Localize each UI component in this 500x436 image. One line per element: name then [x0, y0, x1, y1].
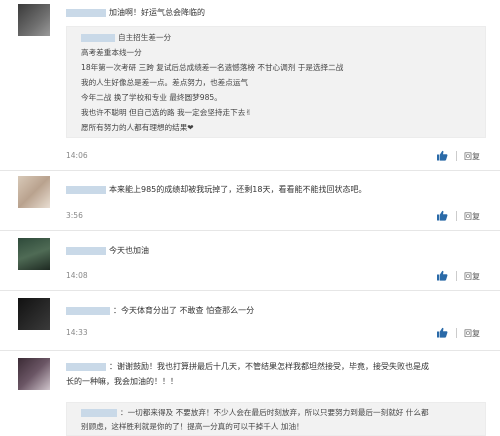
- comment-item: ：今天体育分出了 不敢查 怕查那么一分 14:33 回复: [0, 290, 500, 350]
- comment-time: 14:08: [66, 271, 88, 280]
- thumbs-up-icon[interactable]: [436, 150, 448, 161]
- quote-line: 我也许不聪明 但自己选的路 我一定会坚持走下去✌: [81, 108, 252, 117]
- quote-line: 18年第一次考研 三跨 复试后总成绩差一名遗憾落榜 不甘心调剂 于是选择二战: [81, 63, 344, 72]
- avatar[interactable]: [18, 298, 50, 330]
- reply-button[interactable]: 回复: [464, 328, 480, 339]
- comment-text-line: ：谢谢鼓励！我也打算拼最后十几天，不管结果怎样我都坦然接受，毕竟，接受失败也是成: [66, 360, 429, 373]
- comment-text: 本来能上985的成绩却被我玩掉了，还剩18天，看看能不能找回状态吧。: [66, 183, 366, 196]
- divider: [456, 328, 457, 338]
- comment-text-line: 长的一种嘛，我会加油的！！！: [66, 377, 178, 386]
- divider: [456, 211, 457, 221]
- quote-line: 今年二战 换了学校和专业 最终圆梦985。: [81, 93, 222, 102]
- quote-line: 别顾虑，这样胜利就是你的了！提高一分真的可以干掉千人 加油！: [81, 422, 304, 431]
- quoted-comment: ：一切都来得及 不要放弃！不少人会在最后时刻放弃，所以只要努力到最后一刻就好 什…: [66, 402, 486, 436]
- username-link[interactable]: [66, 185, 106, 194]
- comment-text: ：今天体育分出了 不敢查 怕查那么一分: [66, 304, 254, 317]
- comment-item: 加油啊！好运气总会降临的 自主招生差一分 高考差重本线一分 18年第一次考研 三…: [0, 0, 500, 176]
- username-link[interactable]: [66, 246, 106, 255]
- username-link[interactable]: [81, 409, 117, 417]
- username-link[interactable]: [81, 34, 115, 42]
- quote-line: 自主招生差一分: [118, 33, 172, 42]
- comment-item: 本来能上985的成绩却被我玩掉了，还剩18天，看看能不能找回状态吧。 3:56 …: [0, 170, 500, 232]
- comment-item: 今天也加油 14:08 回复: [0, 230, 500, 292]
- comment-time: 14:33: [66, 328, 88, 337]
- quote-line: 我的人生好像总是差一点。差点努力，也差点运气: [81, 78, 249, 87]
- comment-text: 加油啊！好运气总会降临的: [66, 6, 205, 19]
- comment-time: 14:06: [66, 151, 88, 160]
- quote-line: 高考差重本线一分: [81, 48, 142, 57]
- reply-button[interactable]: 回复: [464, 151, 480, 162]
- comment-time: 3:56: [66, 211, 83, 220]
- thumbs-up-icon[interactable]: [436, 210, 448, 221]
- comment-item: ：谢谢鼓励！我也打算拼最后十几天，不管结果怎样我都坦然接受，毕竟，接受失败也是成…: [0, 350, 500, 436]
- avatar[interactable]: [18, 238, 50, 270]
- quote-line: 愿所有努力的人都有理想的结果❤: [81, 123, 194, 132]
- thumbs-up-icon[interactable]: [436, 327, 448, 338]
- username-link[interactable]: [66, 362, 106, 371]
- reply-button[interactable]: 回复: [464, 271, 480, 282]
- username-link[interactable]: [66, 8, 106, 17]
- reply-button[interactable]: 回复: [464, 211, 480, 222]
- avatar[interactable]: [18, 4, 50, 36]
- thumbs-up-icon[interactable]: [436, 270, 448, 281]
- quote-line: ：一切都来得及 不要放弃！不少人会在最后时刻放弃，所以只要努力到最后一刻就好 什…: [120, 408, 429, 417]
- avatar[interactable]: [18, 176, 50, 208]
- avatar[interactable]: [18, 358, 50, 390]
- divider: [456, 151, 457, 161]
- divider: [456, 271, 457, 281]
- quoted-comment: 自主招生差一分 高考差重本线一分 18年第一次考研 三跨 复试后总成绩差一名遗憾…: [66, 26, 486, 138]
- comment-text: 今天也加油: [66, 244, 149, 257]
- username-link[interactable]: [66, 306, 110, 315]
